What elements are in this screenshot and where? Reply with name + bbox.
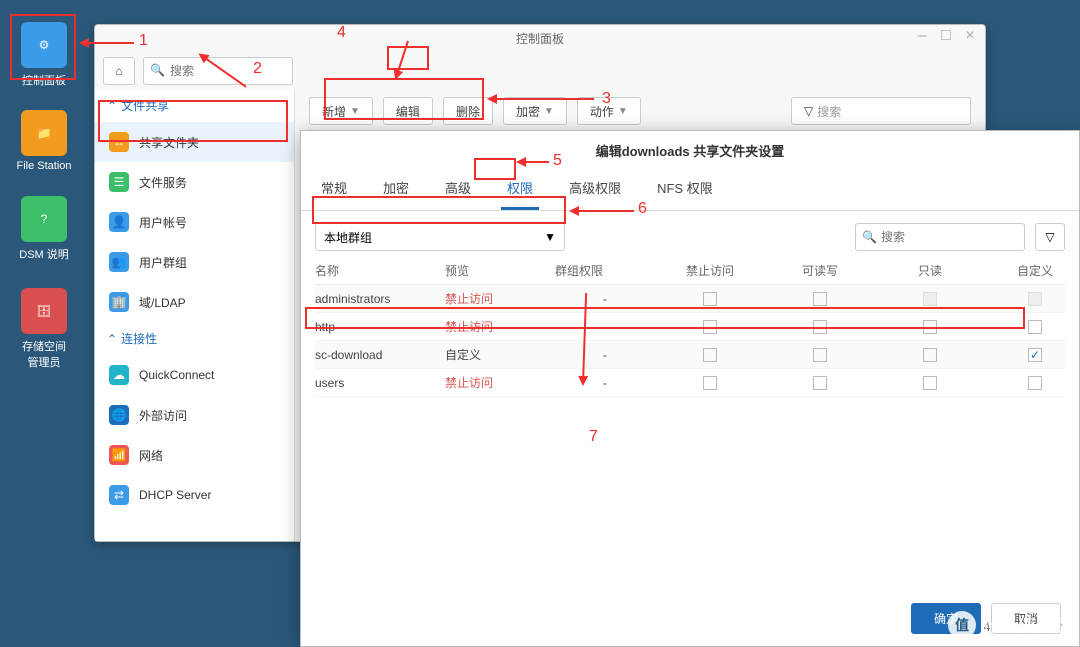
group-icon: 👥: [109, 252, 129, 272]
funnel-icon: ▽: [1045, 230, 1054, 244]
checkbox[interactable]: ✓: [1028, 348, 1042, 362]
home-button[interactable]: ⌂: [103, 57, 135, 85]
sidebar-item-group[interactable]: 👥用户群组: [95, 242, 294, 282]
sidebar-section-connectivity[interactable]: ⌃连接性: [95, 322, 294, 355]
caret-down-icon: ▼: [544, 106, 554, 117]
checkbox: [1028, 292, 1042, 306]
caret-down-icon: ▼: [350, 106, 360, 117]
filter-search[interactable]: ▽搜索: [791, 97, 971, 125]
desktop-icon-dsm-help[interactable]: ? DSM 说明: [14, 196, 74, 262]
home-icon: ⌂: [115, 64, 122, 78]
tab-nfs-perm[interactable]: NFS 权限: [651, 170, 719, 210]
sidebar-item-shared-folder[interactable]: ↔共享文件夹: [95, 122, 294, 162]
checkbox[interactable]: [813, 292, 827, 306]
search-icon: 🔍: [150, 63, 165, 77]
shared-folder-icon: ↔: [109, 132, 129, 152]
permission-search[interactable]: 🔍: [855, 223, 1025, 251]
table-header: 名称 预览 群组权限 禁止访问 可读写 只读 自定义: [315, 257, 1065, 285]
action-button[interactable]: 动作▼: [577, 97, 641, 125]
window-title: 控制面板: [95, 25, 985, 53]
checkbox[interactable]: [813, 348, 827, 362]
edit-folder-dialog: 编辑downloads 共享文件夹设置 常规 加密 高级 权限 高级权限 NFS…: [300, 130, 1080, 647]
table-row[interactable]: administrators 禁止访问 -: [315, 285, 1065, 313]
caret-down-icon: ▼: [618, 106, 628, 117]
tab-advanced-perm[interactable]: 高级权限: [563, 170, 627, 210]
watermark-icon: 值: [948, 611, 976, 639]
dialog-title: 编辑downloads 共享文件夹设置: [301, 131, 1079, 170]
table-row[interactable]: users 禁止访问 -: [315, 369, 1065, 397]
checkbox[interactable]: [923, 320, 937, 334]
domain-icon: 🏢: [109, 292, 129, 312]
sidebar: ⌃文件共享 ↔共享文件夹 ☰文件服务 👤用户帐号 👥用户群组 🏢域/LDAP ⌃…: [95, 89, 295, 541]
desktop-icon-control-panel[interactable]: ⚙ 控制面板: [14, 22, 74, 88]
close-icon[interactable]: ×: [961, 28, 979, 46]
checkbox: [923, 292, 937, 306]
permission-table: 名称 预览 群组权限 禁止访问 可读写 只读 自定义 administrator…: [301, 257, 1079, 397]
checkbox[interactable]: [703, 320, 717, 334]
sidebar-item-network[interactable]: 📶网络: [95, 435, 294, 475]
dialog-tabbar: 常规 加密 高级 权限 高级权限 NFS 权限: [301, 170, 1079, 211]
chevron-up-icon: ⌃: [107, 332, 117, 346]
sidebar-item-domain[interactable]: 🏢域/LDAP: [95, 282, 294, 322]
search-icon: 🔍: [862, 230, 877, 244]
maximize-icon[interactable]: □: [937, 28, 955, 46]
checkbox[interactable]: [813, 320, 827, 334]
checkbox[interactable]: [923, 376, 937, 390]
filter-button[interactable]: ▽: [1035, 223, 1065, 251]
funnel-icon: ▽: [804, 104, 813, 118]
table-row[interactable]: sc-download 自定义 - ✓: [315, 341, 1065, 369]
tab-encryption[interactable]: 加密: [377, 170, 415, 210]
checkbox[interactable]: [703, 292, 717, 306]
watermark: 值 什么值得买: [948, 611, 1072, 639]
quickconnect-icon: ☁: [109, 365, 129, 385]
chevron-up-icon: ⌃: [107, 99, 117, 113]
sidebar-item-quickconnect[interactable]: ☁QuickConnect: [95, 355, 294, 395]
tab-general[interactable]: 常规: [315, 170, 353, 210]
sidebar-section-file-sharing[interactable]: ⌃文件共享: [95, 89, 294, 122]
table-row[interactable]: http 禁止访问 -: [315, 313, 1065, 341]
network-icon: 📶: [109, 445, 129, 465]
dhcp-icon: ⇄: [109, 485, 129, 505]
sidebar-item-dhcp[interactable]: ⇄DHCP Server: [95, 475, 294, 515]
globe-icon: 🌐: [109, 405, 129, 425]
add-button[interactable]: 新增▼: [309, 97, 373, 125]
desktop-icon-file-station[interactable]: 📁 File Station: [14, 110, 74, 172]
folder-icon: 📁: [21, 110, 67, 156]
sidebar-item-external-access[interactable]: 🌐外部访问: [95, 395, 294, 435]
tab-permissions[interactable]: 权限: [501, 170, 539, 210]
caret-down-icon: ▼: [544, 230, 556, 244]
sidebar-item-file-services[interactable]: ☰文件服务: [95, 162, 294, 202]
checkbox[interactable]: [813, 376, 827, 390]
encrypt-button[interactable]: 加密▼: [503, 97, 567, 125]
checkbox[interactable]: [703, 348, 717, 362]
search-input-main[interactable]: 🔍: [143, 57, 293, 85]
user-icon: 👤: [109, 212, 129, 232]
delete-button[interactable]: 删除: [443, 97, 493, 125]
tab-advanced[interactable]: 高级: [439, 170, 477, 210]
database-icon: 🗄: [21, 288, 67, 334]
group-type-select[interactable]: 本地群组 ▼: [315, 223, 565, 251]
edit-button[interactable]: 编辑: [383, 97, 433, 125]
checkbox[interactable]: [1028, 320, 1042, 334]
sidebar-item-user[interactable]: 👤用户帐号: [95, 202, 294, 242]
checkbox[interactable]: [923, 348, 937, 362]
checkbox[interactable]: [703, 376, 717, 390]
help-icon: ?: [21, 196, 67, 242]
desktop-icon-storage-manager[interactable]: 🗄 存储空间 管理员: [14, 288, 74, 370]
file-services-icon: ☰: [109, 172, 129, 192]
minimize-icon[interactable]: –: [913, 28, 931, 46]
checkbox[interactable]: [1028, 376, 1042, 390]
control-panel-icon: ⚙: [21, 22, 67, 68]
